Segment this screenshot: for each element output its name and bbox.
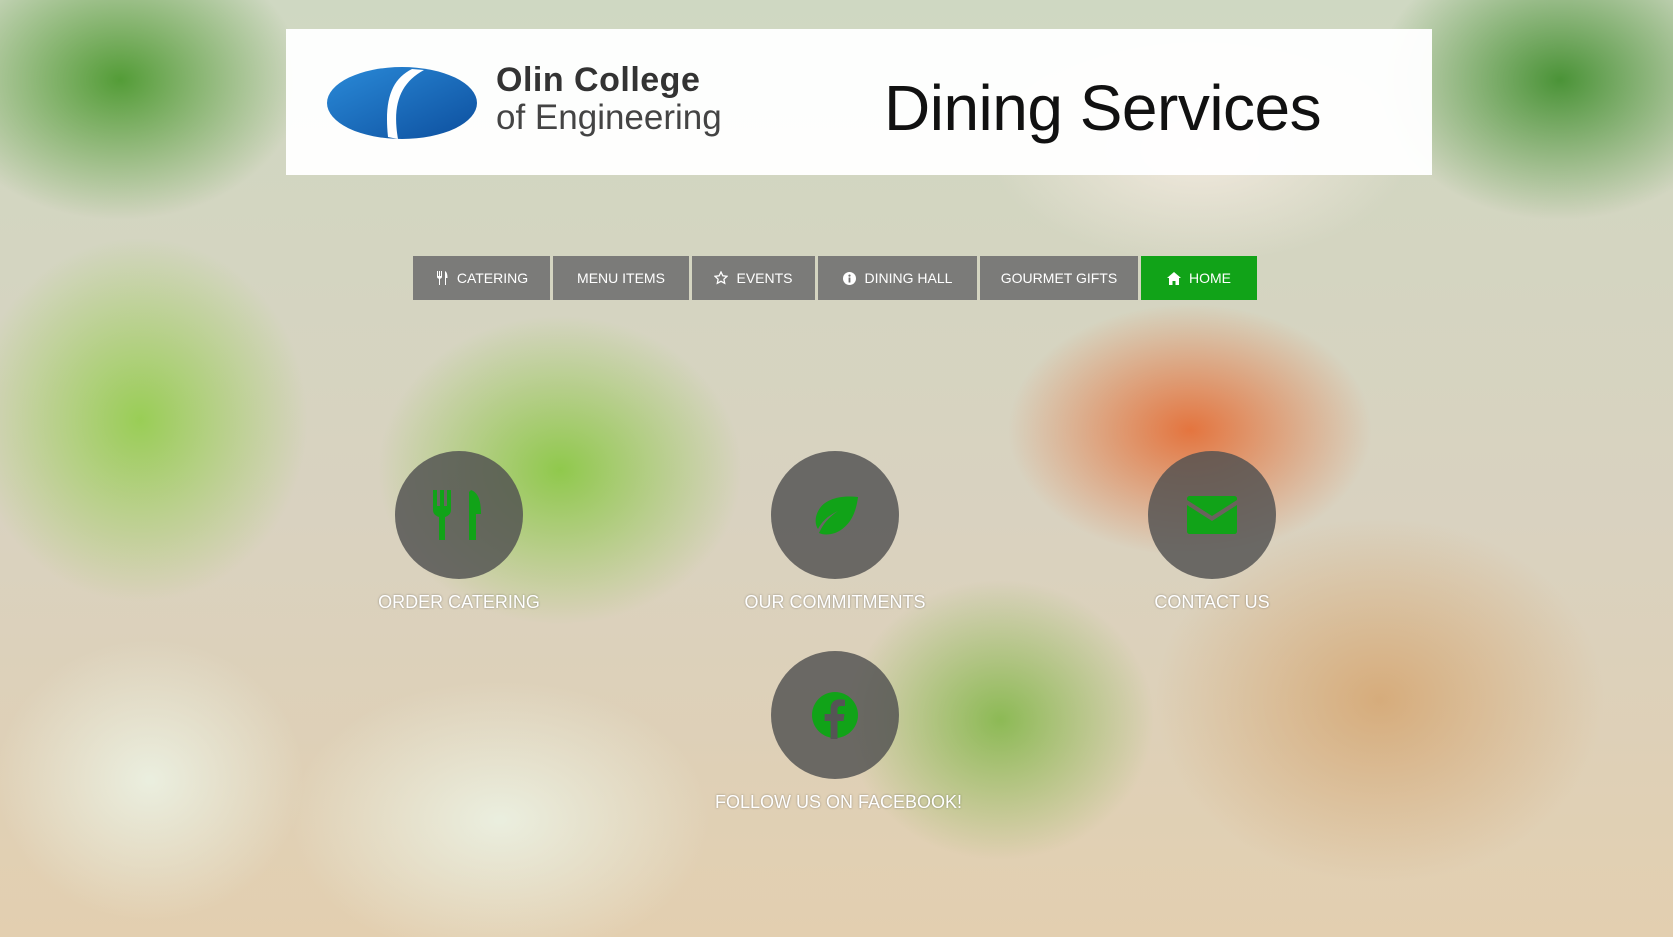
nav-menu-items-label: MENU ITEMS: [577, 270, 665, 286]
nav-gourmet-gifts[interactable]: GOURMET GIFTS: [980, 256, 1138, 300]
nav-events[interactable]: EVENTS: [692, 256, 815, 300]
order-catering-label: ORDER CATERING: [378, 592, 540, 612]
nav-home[interactable]: HOME: [1141, 256, 1257, 300]
logo-line1: Olin College: [496, 61, 701, 99]
facebook-circle[interactable]: [771, 651, 899, 779]
utensils-icon: [435, 271, 449, 285]
nav-menu-items[interactable]: MENU ITEMS: [553, 256, 689, 300]
nav-dining-hall[interactable]: DINING HALL: [818, 256, 977, 300]
order-catering-link[interactable]: ORDER CATERING: [339, 451, 579, 613]
leaf-icon: [815, 496, 858, 535]
nav-dining-hall-label: DINING HALL: [864, 270, 953, 286]
our-commitments-circle[interactable]: [771, 451, 899, 579]
olin-logo-icon[interactable]: [326, 65, 478, 141]
nav-events-label: EVENTS: [736, 270, 793, 286]
facebook-link[interactable]: FOLLOW US ON FACEBOOK!: [715, 651, 963, 813]
site-title: Dining Services: [884, 72, 1322, 144]
our-commitments-label: OUR COMMITMENTS: [744, 592, 926, 612]
envelope-icon: [1187, 496, 1237, 534]
nav-catering[interactable]: CATERING: [413, 256, 550, 300]
our-commitments-link[interactable]: OUR COMMITMENTS: [715, 451, 955, 613]
contact-us-link[interactable]: CONTACT US: [1092, 451, 1332, 613]
logo-line2: of Engineering: [496, 98, 722, 137]
header-banner: Olin College of Engineering Dining Servi…: [286, 29, 1432, 175]
contact-us-label: CONTACT US: [1154, 592, 1270, 612]
contact-us-circle[interactable]: [1148, 451, 1276, 579]
facebook-label: FOLLOW US ON FACEBOOK!: [715, 792, 963, 812]
fork-knife-icon: [433, 490, 481, 540]
nav-home-label: HOME: [1189, 270, 1231, 286]
page: Olin College of Engineering Dining Servi…: [0, 0, 1673, 937]
order-catering-circle[interactable]: [395, 451, 523, 579]
star-icon: [714, 271, 729, 285]
info-icon: [843, 271, 857, 285]
nav-gourmet-gifts-label: GOURMET GIFTS: [1000, 270, 1118, 286]
main-nav: CATERING MENU ITEMS EVENTS DINING HALL G…: [413, 256, 1257, 300]
facebook-icon: [812, 692, 858, 739]
home-icon: [1167, 271, 1181, 285]
logo-text: Olin College of Engineering: [496, 63, 722, 135]
nav-catering-label: CATERING: [456, 270, 529, 286]
